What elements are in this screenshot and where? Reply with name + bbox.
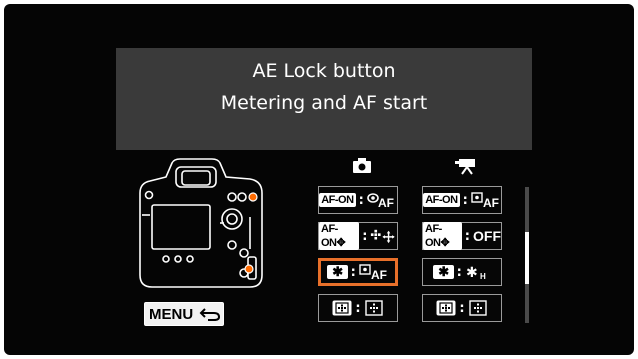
af-on-button-highlight bbox=[248, 192, 258, 202]
metering-af-icon: AF bbox=[471, 192, 499, 208]
movie-af-on-setting[interactable]: AF-ON : AF bbox=[422, 186, 502, 214]
metering-af-icon: AF bbox=[359, 264, 387, 280]
af-on-point-button-icon: AF-ON✥ bbox=[423, 222, 462, 250]
menu-label: MENU bbox=[149, 305, 194, 323]
still-af-point-setting[interactable]: : bbox=[318, 294, 398, 322]
svg-text:AF: AF bbox=[371, 268, 387, 280]
af-point-button-icon bbox=[436, 300, 456, 316]
camera-lcd-screen: AE Lock button Metering and AF start MEN… bbox=[4, 4, 634, 355]
ae-lock-hold-icon: ✱ H bbox=[466, 265, 486, 280]
title-panel: AE Lock button Metering and AF start bbox=[116, 48, 532, 150]
still-af-on-point-setting[interactable]: AF-ON✥ : bbox=[318, 222, 398, 250]
af-on-point-button-icon: AF-ON✥ bbox=[319, 222, 360, 250]
setting-function: Metering and AF start bbox=[220, 92, 428, 114]
still-af-on-setting[interactable]: AF-ON : AF bbox=[318, 186, 398, 214]
svg-text:H: H bbox=[480, 272, 486, 280]
camera-icon bbox=[353, 158, 371, 173]
return-arrow-icon bbox=[199, 308, 221, 321]
ae-lock-button-highlight bbox=[244, 264, 254, 274]
scrollbar-thumb[interactable] bbox=[525, 232, 529, 284]
ae-lock-button-icon: ✱ bbox=[327, 265, 348, 279]
af-point-direct-selection-icon bbox=[371, 229, 396, 244]
still-ae-lock-setting[interactable]: ✱ : AF bbox=[318, 258, 398, 286]
movie-af-point-setting[interactable]: : bbox=[422, 294, 502, 322]
af-point-icon bbox=[468, 300, 487, 316]
svg-text:AF: AF bbox=[483, 196, 499, 208]
af-point-button-icon bbox=[332, 300, 352, 316]
af-on-button-icon: AF-ON bbox=[319, 193, 356, 207]
ae-lock-button-icon: ✱ bbox=[433, 265, 454, 279]
movie-af-on-point-setting[interactable]: AF-ON✥ : OFF bbox=[422, 222, 502, 250]
menu-back-button[interactable]: MENU bbox=[144, 302, 224, 326]
function-value: OFF bbox=[473, 228, 501, 244]
metering-af-icon: AF bbox=[366, 193, 394, 208]
setting-title: AE Lock button bbox=[252, 60, 396, 82]
svg-text:AF: AF bbox=[378, 196, 394, 208]
af-point-icon bbox=[364, 300, 383, 316]
af-on-button-icon: AF-ON bbox=[423, 193, 460, 207]
movie-camera-icon bbox=[455, 159, 475, 175]
camera-back-diagram bbox=[139, 158, 263, 288]
svg-text:✱: ✱ bbox=[466, 265, 478, 280]
movie-ae-lock-setting[interactable]: ✱ : ✱ H bbox=[422, 258, 502, 286]
